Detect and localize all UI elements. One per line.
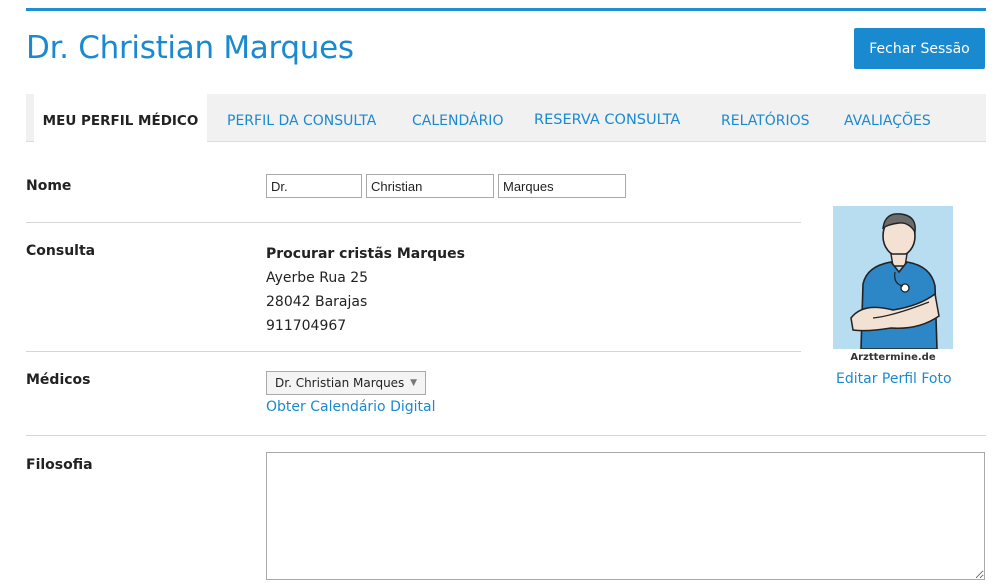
filosofia-label: Filosofia (26, 457, 93, 473)
filosofia-textarea[interactable] (266, 452, 985, 580)
tab-perfil-da-consulta[interactable]: PERFIL DA CONSULTA (227, 94, 376, 142)
header-top-rule (26, 8, 986, 11)
tab-bar: MEU PERFIL MÉDICO PERFIL DA CONSULTA CAL… (26, 94, 986, 143)
tab-reserva-consulta[interactable]: RESERVA CONSULTA (534, 94, 680, 142)
title-field[interactable] (266, 174, 362, 198)
divider (26, 351, 801, 352)
first-name-field[interactable] (366, 174, 494, 198)
divider (26, 222, 801, 223)
edit-profile-photo-link[interactable]: Editar Perfil Foto (836, 371, 952, 387)
last-name-field[interactable] (498, 174, 626, 198)
profile-photo: Arzttermine.de (833, 206, 953, 366)
tab-avaliacoes[interactable]: AVALIAÇÕES (844, 94, 931, 142)
medicos-select[interactable]: Dr. Christian Marques ▼ (266, 371, 426, 395)
consulta-phone: 911704967 (266, 318, 347, 334)
consulta-street: Ayerbe Rua 25 (266, 270, 369, 286)
medicos-select-value: Dr. Christian Marques (275, 376, 405, 390)
logout-button[interactable]: Fechar Sessão (854, 28, 985, 69)
brand-logo: Arzttermine.de (850, 352, 936, 363)
divider (26, 435, 986, 436)
tab-meu-perfil-medico[interactable]: MEU PERFIL MÉDICO (34, 94, 207, 143)
medicos-label: Médicos (26, 372, 91, 388)
calendar-download-link[interactable]: Obter Calendário Digital (266, 399, 435, 415)
doctor-avatar-image (833, 206, 953, 350)
page-title: Dr. Christian Marques (26, 30, 354, 66)
tab-relatorios[interactable]: RELATÓRIOS (721, 94, 810, 142)
consulta-name: Procurar cristãs Marques (266, 246, 465, 262)
nome-label: Nome (26, 178, 72, 194)
doctor-illustration-icon (850, 213, 940, 350)
consulta-address: Procurar cristãs Marques Ayerbe Rua 25 2… (266, 242, 465, 338)
consulta-label: Consulta (26, 243, 96, 259)
consulta-city: 28042 Barajas (266, 294, 368, 310)
chevron-down-icon: ▼ (410, 378, 417, 388)
tab-calendario[interactable]: CALENDÁRIO (412, 94, 503, 142)
